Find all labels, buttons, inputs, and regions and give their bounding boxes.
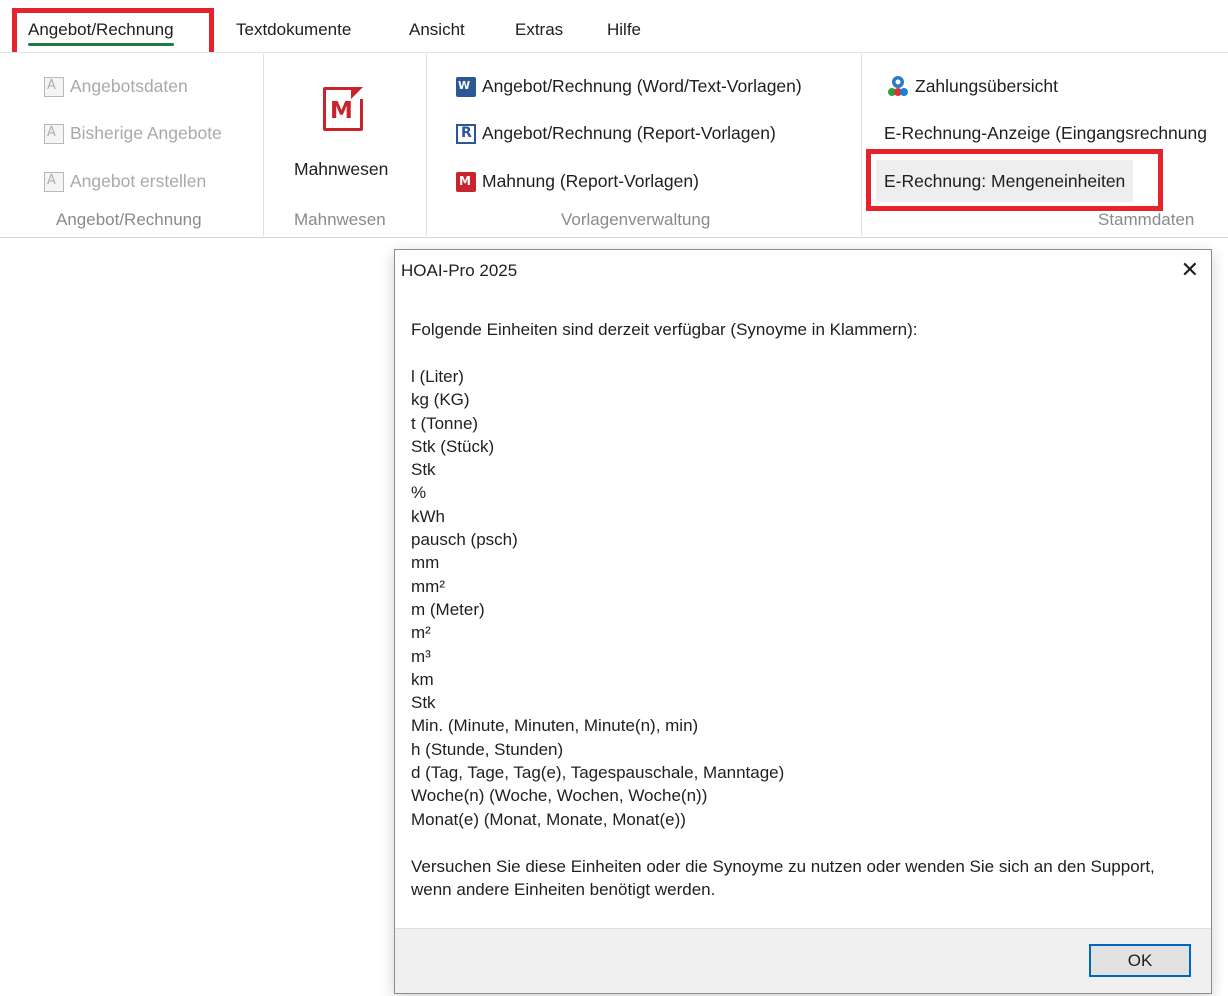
bisherige-angebote-label: Bisherige Angebote	[70, 123, 222, 143]
word-vorlagen-label: Angebot/Rechnung (Word/Text-Vorlagen)	[482, 76, 802, 96]
mahnwesen-button-label: Mahnwesen	[294, 159, 389, 179]
document-data-icon	[44, 76, 64, 97]
word-vorlagen-button[interactable]: Angebot/Rechnung (Word/Text-Vorlagen)	[456, 76, 802, 97]
unit-list-item: Stk (Stück)	[411, 436, 495, 456]
zahlungsuebersicht-button[interactable]: Zahlungsübersicht	[887, 75, 1058, 97]
unit-list-item: d (Tag, Tage, Tag(e), Tagespauschale, Ma…	[411, 763, 785, 783]
bisherige-angebote-button[interactable]: Bisherige Angebote	[44, 123, 222, 144]
unit-list-item: mm²	[411, 576, 445, 596]
dialog-footer-text: Versuchen Sie diese Einheiten oder die S…	[411, 856, 1155, 900]
menu-ansicht[interactable]: Ansicht	[409, 20, 465, 40]
unit-list-item: kg (KG)	[411, 390, 470, 410]
mahnung-icon	[456, 171, 476, 192]
unit-list-item: h (Stunde, Stunden)	[411, 739, 564, 759]
dialog-button-bar: OK	[395, 928, 1211, 993]
unit-list-item: %	[411, 483, 427, 503]
mahnwesen-button[interactable]: Mahnwesen	[294, 159, 388, 180]
dialog-intro-text: Folgende Einheiten sind derzeit verfügba…	[411, 320, 918, 339]
unit-list-item: t (Tonne)	[411, 413, 479, 433]
mahnung-vorlagen-button[interactable]: Mahnung (Report-Vorlagen)	[456, 171, 699, 192]
ok-button-label: OK	[1127, 950, 1153, 970]
ribbon-separator	[861, 54, 862, 236]
menu-textdokumente-label: Textdokumente	[236, 20, 352, 39]
document-create-icon	[44, 171, 64, 192]
angebotsdaten-button[interactable]: Angebotsdaten	[44, 76, 188, 97]
unit-list: l (Liter) kg (KG) t (Tonne) Stk (Stück) Stk%…	[411, 365, 1191, 831]
unit-list-item: Monat(e) (Monat, Monate, Monat(e))	[411, 809, 686, 829]
e-rechnung-anzeige-button[interactable]: E-Rechnung-Anzeige (Eingangsrechnung	[884, 123, 1207, 144]
report-vorlagen-label: Angebot/Rechnung (Report-Vorlagen)	[482, 123, 776, 143]
menu-textdokumente[interactable]: Textdokumente	[236, 20, 351, 40]
e-rechnung-mengeneinheiten-label: E-Rechnung: Mengeneinheiten	[884, 170, 1126, 191]
ribbon-separator	[263, 54, 264, 236]
unit-list-item: km	[411, 669, 434, 689]
e-rechnung-anzeige-label: E-Rechnung-Anzeige (Eingangsrechnung	[884, 123, 1207, 143]
menu-hilfe[interactable]: Hilfe	[607, 20, 641, 40]
menu-extras-label: Extras	[515, 20, 564, 39]
unit-list-item: Woche(n) (Woche, Wochen, Woche(n))	[411, 786, 708, 806]
word-icon	[456, 76, 476, 97]
unit-list-item: Stk	[411, 460, 436, 480]
report-icon	[456, 123, 476, 144]
document-history-icon	[44, 123, 64, 144]
angebotsdaten-label: Angebotsdaten	[70, 76, 188, 96]
group-label-vorlagenverwaltung: Vorlagenverwaltung	[561, 210, 711, 229]
close-icon[interactable]: ✕	[1181, 258, 1199, 282]
group-label-angebot-rechnung: Angebot/Rechnung	[56, 210, 202, 229]
dialog-title: HOAI-Pro 2025	[401, 261, 518, 280]
group-label-mahnwesen: Mahnwesen	[294, 210, 386, 229]
zahlungsuebersicht-label: Zahlungsübersicht	[915, 75, 1058, 96]
dialog-message: Folgende Einheiten sind derzeit verfügba…	[411, 318, 1191, 902]
message-dialog: HOAI-Pro 2025 ✕ Folgende Einheiten sind …	[394, 249, 1212, 994]
unit-list-item: pausch (psch)	[411, 530, 518, 550]
mahnwesen-icon[interactable]: M	[323, 87, 363, 131]
angebot-erstellen-label: Angebot erstellen	[70, 171, 207, 191]
ok-button[interactable]: OK	[1089, 944, 1191, 977]
unit-list-item: kWh	[411, 506, 445, 526]
report-vorlagen-button[interactable]: Angebot/Rechnung (Report-Vorlagen)	[456, 123, 776, 144]
active-tab-underline	[28, 43, 174, 46]
menu-angebot-rechnung-label: Angebot/Rechnung	[28, 20, 174, 39]
e-rechnung-mengeneinheiten-button[interactable]: E-Rechnung: Mengeneinheiten	[876, 160, 1134, 202]
unit-list-item: m³	[411, 646, 431, 666]
unit-list-item: l (Liter)	[411, 367, 464, 386]
mahnung-vorlagen-label: Mahnung (Report-Vorlagen)	[482, 171, 699, 191]
group-label-stammdaten: Stammdaten	[1098, 210, 1195, 229]
unit-list-item: Stk	[411, 693, 436, 713]
unit-list-item: m (Meter)	[411, 599, 485, 619]
unit-list-item: mm	[411, 553, 440, 573]
angebot-erstellen-button[interactable]: Angebot erstellen	[44, 171, 206, 192]
menu-angebot-rechnung[interactable]: Angebot/Rechnung	[28, 20, 174, 46]
payment-overview-icon	[887, 75, 909, 97]
menu-bar: Angebot/Rechnung Textdokumente Ansicht E…	[0, 0, 1228, 52]
menu-extras[interactable]: Extras	[515, 20, 563, 40]
menu-hilfe-label: Hilfe	[607, 20, 642, 39]
unit-list-item: m²	[411, 623, 431, 643]
unit-list-item: Min. (Minute, Minuten, Minute(n), min)	[411, 716, 699, 736]
menu-ansicht-label: Ansicht	[409, 20, 465, 39]
ribbon-separator	[426, 54, 427, 236]
mahnwesen-icon-letter: M	[330, 98, 353, 124]
